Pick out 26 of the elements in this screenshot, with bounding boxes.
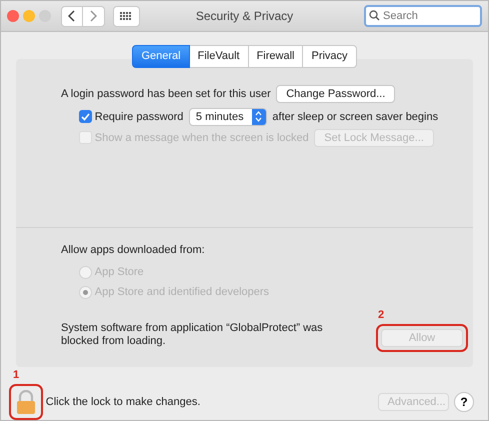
blocked-message: System software from application “GlobalProtect” was blocked from loading. [61, 322, 324, 348]
lock-icon[interactable] [16, 390, 36, 414]
callout-number: 1 [13, 370, 20, 381]
search-field[interactable]: Search [364, 5, 482, 28]
checkbox-label: Require password [94, 110, 184, 125]
checkbox[interactable] [79, 110, 92, 124]
tab[interactable]: Privacy [303, 45, 357, 68]
change-password-button[interactable]: Change Password... [276, 84, 396, 103]
tab[interactable]: FileVault [190, 45, 249, 68]
callout-number: 2 [378, 310, 384, 322]
delay-dropdown[interactable]: 5 minutes [188, 108, 267, 126]
grid-icon [120, 12, 132, 21]
close-button[interactable] [7, 10, 19, 22]
stepper-icon [255, 111, 262, 122]
window-title: Security & Privacy [196, 8, 294, 26]
back-icon [68, 10, 76, 22]
lock-hint: Click the lock to make changes. [46, 394, 200, 410]
help-button[interactable]: ? [454, 392, 474, 412]
show-all-button[interactable] [112, 6, 140, 27]
forward-icon [89, 10, 97, 22]
minimize-button[interactable] [23, 10, 35, 22]
login-message: A login password has been set for this user [61, 86, 271, 102]
back-button[interactable] [60, 6, 82, 27]
tab[interactable]: Firewall [248, 45, 304, 68]
delay-suffix: after sleep or screen saver begins [272, 110, 438, 125]
section-label: Allow apps downloaded from: [61, 242, 206, 258]
